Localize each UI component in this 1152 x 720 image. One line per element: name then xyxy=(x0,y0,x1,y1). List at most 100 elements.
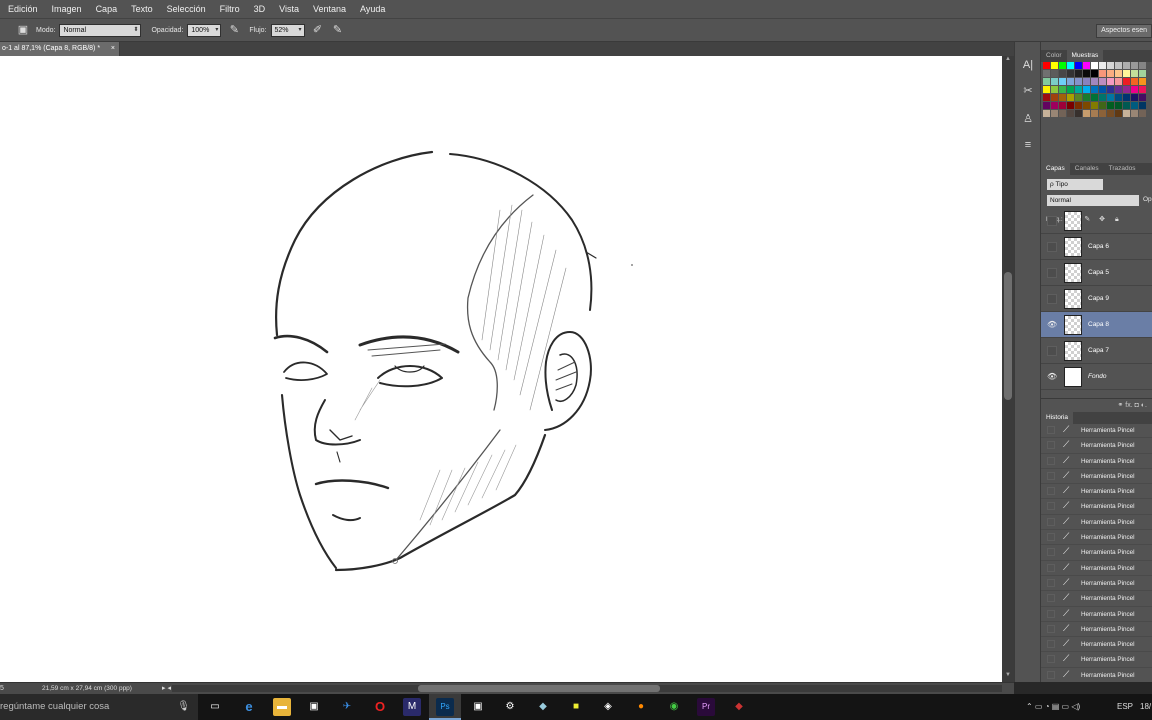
history-snapshot-box[interactable] xyxy=(1047,578,1055,587)
app-icon-2[interactable]: ⚙ xyxy=(501,698,519,716)
swatch[interactable] xyxy=(1075,62,1082,69)
swatch[interactable] xyxy=(1075,86,1082,93)
swatch[interactable] xyxy=(1051,62,1058,69)
swatch[interactable] xyxy=(1043,102,1050,109)
airbrush-icon[interactable]: ✐ xyxy=(311,23,325,37)
swatch[interactable] xyxy=(1075,110,1082,117)
premiere-icon[interactable]: Pr xyxy=(697,698,715,716)
swatch[interactable] xyxy=(1139,62,1146,69)
swatch[interactable] xyxy=(1107,86,1114,93)
history-item[interactable]: ⟋ Herramienta Pincel xyxy=(1041,423,1152,439)
swatch[interactable] xyxy=(1131,102,1138,109)
swatch[interactable] xyxy=(1123,78,1130,85)
swatch[interactable] xyxy=(1083,62,1090,69)
swatch[interactable] xyxy=(1059,78,1066,85)
layer-row[interactable]: 👁︎ Capa 8 xyxy=(1041,312,1152,338)
media-icon[interactable]: M xyxy=(403,698,421,716)
visibility-eye-icon[interactable] xyxy=(1047,268,1057,278)
history-item[interactable]: ⟋ Herramienta Pincel xyxy=(1041,622,1152,638)
layer-row[interactable]: Capa 7 xyxy=(1041,338,1152,364)
swatch[interactable] xyxy=(1067,110,1074,117)
menu-item[interactable]: Ayuda xyxy=(353,0,392,18)
flow-field[interactable]: 52% ▾ xyxy=(270,23,305,37)
visibility-eye-icon[interactable]: 👁︎ xyxy=(1047,320,1057,330)
tab-muestras[interactable]: Muestras xyxy=(1066,50,1104,62)
menu-item[interactable]: Filtro xyxy=(213,0,247,18)
history-item[interactable]: ⟋ Herramienta Pincel xyxy=(1041,438,1152,454)
character-icon[interactable]: A| xyxy=(1019,56,1037,74)
swatch[interactable] xyxy=(1115,110,1122,117)
layer-footer-icons[interactable]: ⚭ fx. ◘ ◐. xyxy=(1118,402,1148,409)
opacity-field[interactable]: 100% ▾ xyxy=(187,23,222,37)
menu-item[interactable]: Texto xyxy=(124,0,160,18)
swatch[interactable] xyxy=(1091,110,1098,117)
swatch[interactable] xyxy=(1099,86,1106,93)
swatch[interactable] xyxy=(1107,94,1114,101)
swatch[interactable] xyxy=(1091,70,1098,77)
layer-blend-mode[interactable]: Normal xyxy=(1047,195,1139,206)
pressure-opacity-icon[interactable]: ✎ xyxy=(227,23,241,37)
menu-item[interactable]: Vista xyxy=(272,0,306,18)
swatch[interactable] xyxy=(1043,70,1050,77)
swatch[interactable] xyxy=(1115,62,1122,69)
swatch[interactable] xyxy=(1131,62,1138,69)
swatch[interactable] xyxy=(1083,110,1090,117)
swatch[interactable] xyxy=(1051,94,1058,101)
history-item[interactable]: ⟋ Herramienta Pincel xyxy=(1041,561,1152,576)
swatch[interactable] xyxy=(1139,94,1146,101)
swatch[interactable] xyxy=(1099,102,1106,109)
app-icon-5[interactable]: ◆ xyxy=(730,698,748,716)
history-item[interactable]: ⟋ Herramienta Pincel xyxy=(1041,668,1152,682)
menu-item[interactable]: Imagen xyxy=(45,0,89,18)
history-item[interactable]: ⟋ Herramienta Pincel xyxy=(1041,576,1152,592)
history-item[interactable]: ⟋ Herramienta Pincel xyxy=(1041,484,1152,500)
swatch[interactable] xyxy=(1059,70,1066,77)
document-tab[interactable]: o-1 al 87,1% (Capa 8, RGB/8) * × xyxy=(0,42,120,56)
swatch[interactable] xyxy=(1075,70,1082,77)
menu-item[interactable]: 3D xyxy=(247,0,273,18)
swatch[interactable] xyxy=(1051,78,1058,85)
swatch[interactable] xyxy=(1099,62,1106,69)
tab-trazados[interactable]: Trazados xyxy=(1104,163,1141,175)
history-snapshot-box[interactable] xyxy=(1047,471,1055,480)
zoom-field[interactable]: 5 xyxy=(0,683,12,694)
swatch[interactable] xyxy=(1075,102,1082,109)
drawing-canvas[interactable] xyxy=(0,56,1002,682)
swatch[interactable] xyxy=(1043,62,1050,69)
recorder-icon[interactable]: ▣ xyxy=(469,698,487,716)
swatch[interactable] xyxy=(1059,62,1066,69)
swatch[interactable] xyxy=(1091,102,1098,109)
swatch[interactable] xyxy=(1091,86,1098,93)
history-item[interactable]: ⟋ Herramienta Pincel xyxy=(1041,530,1152,546)
swatch[interactable] xyxy=(1099,70,1106,77)
visibility-eye-icon[interactable] xyxy=(1047,346,1057,356)
microphone-icon[interactable]: 🎙︎ xyxy=(177,694,190,720)
history-snapshot-box[interactable] xyxy=(1047,426,1055,434)
close-icon[interactable]: × xyxy=(111,42,115,56)
history-item[interactable]: ⟋ Herramienta Pincel xyxy=(1041,607,1152,622)
firefox-icon[interactable]: ● xyxy=(632,698,650,716)
swatch[interactable] xyxy=(1043,110,1050,117)
swatch[interactable] xyxy=(1051,102,1058,109)
history-snapshot-box[interactable] xyxy=(1047,624,1055,633)
swatch[interactable] xyxy=(1083,70,1090,77)
menu-item[interactable]: Selección xyxy=(160,0,213,18)
photoshop-icon[interactable]: Ps xyxy=(436,698,454,716)
history-snapshot-box[interactable] xyxy=(1047,594,1055,603)
menu-item[interactable]: Ventana xyxy=(306,0,353,18)
swatch[interactable] xyxy=(1067,94,1074,101)
visibility-eye-icon[interactable]: 👁︎ xyxy=(1047,372,1057,382)
swatch[interactable] xyxy=(1131,94,1138,101)
swatch[interactable] xyxy=(1123,94,1130,101)
swatch[interactable] xyxy=(1107,102,1114,109)
history-snapshot-box[interactable] xyxy=(1047,487,1055,496)
app-icon-3[interactable]: ◆ xyxy=(534,698,552,716)
opera-icon[interactable]: O xyxy=(371,698,389,716)
language-indicator[interactable]: ESP xyxy=(1117,694,1133,720)
swatch[interactable] xyxy=(1107,62,1114,69)
sticky-notes-icon[interactable]: ■ xyxy=(567,698,585,716)
swatch[interactable] xyxy=(1139,70,1146,77)
horizontal-scrollbar[interactable] xyxy=(172,685,1002,692)
swatch[interactable] xyxy=(1067,86,1074,93)
swatch[interactable] xyxy=(1107,110,1114,117)
